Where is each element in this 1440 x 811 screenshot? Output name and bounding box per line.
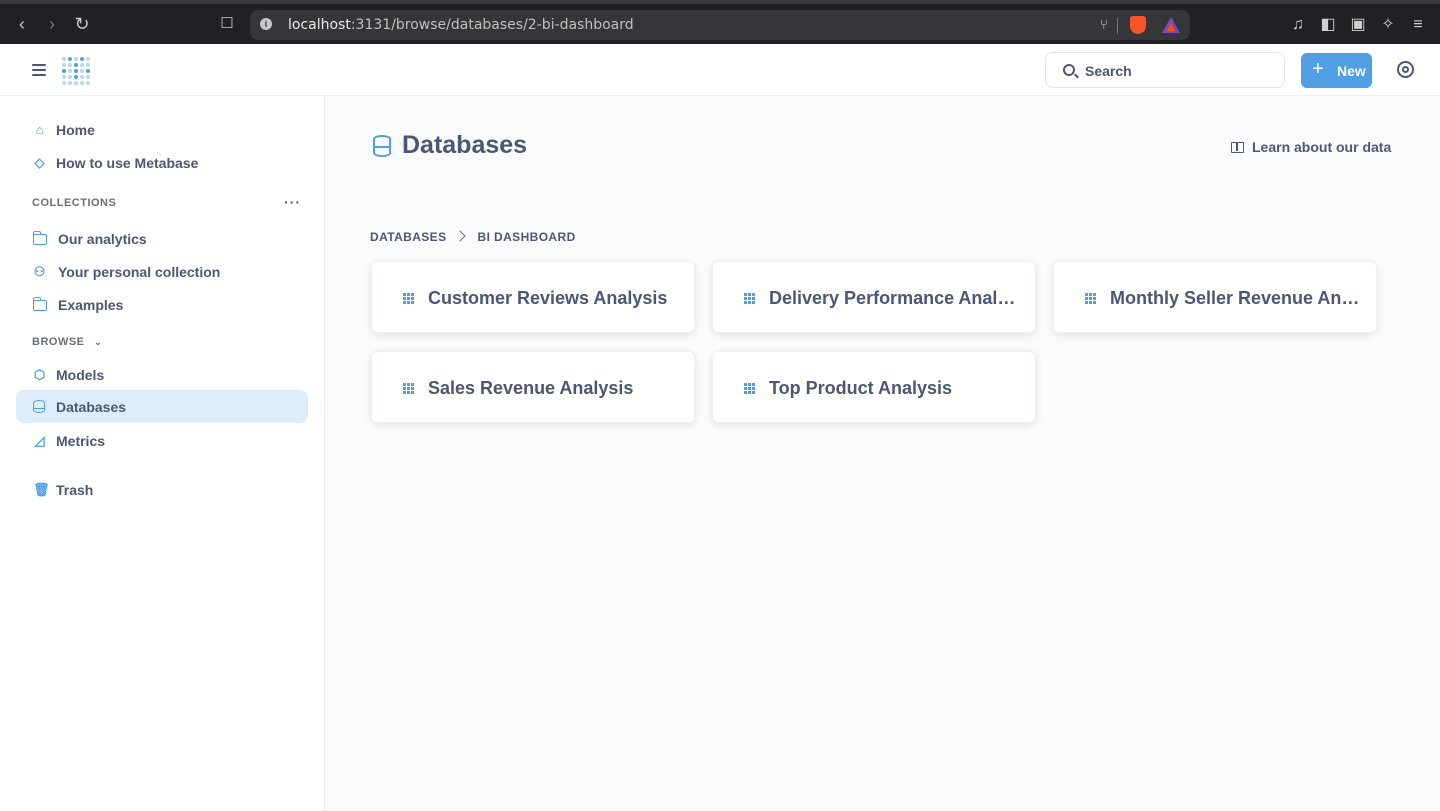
url-text[interactable]: localhost:3131/browse/databases/2-bi-das… bbox=[288, 17, 634, 33]
collections-more-icon[interactable]: ··· bbox=[284, 194, 301, 210]
table-card[interactable]: Monthly Seller Revenue An… bbox=[1053, 261, 1377, 333]
plus-icon: + bbox=[1312, 58, 1324, 80]
folder-icon bbox=[32, 231, 47, 245]
search-icon bbox=[1063, 64, 1075, 76]
media-icon[interactable]: ♫ bbox=[1287, 14, 1309, 36]
sidebar: ⌂ Home ◇ How to use Metabase COLLECTIONS… bbox=[0, 96, 325, 811]
reload-icon[interactable]: ↻ bbox=[70, 12, 94, 36]
forward-icon[interactable]: › bbox=[40, 12, 64, 36]
menu-icon[interactable]: ≡ bbox=[1407, 14, 1429, 36]
sidebar-item-metrics[interactable]: ◿ Metrics bbox=[16, 424, 308, 457]
table-card-name: Sales Revenue Analysis bbox=[428, 378, 634, 398]
book-icon bbox=[1231, 142, 1244, 153]
sidebar-item-our-analytics[interactable]: Our analytics bbox=[16, 222, 308, 255]
sidebar-item-personal-collection[interactable]: ⚇ Your personal collection bbox=[16, 255, 308, 288]
table-card[interactable]: Top Product Analysis bbox=[712, 351, 1036, 423]
address-bar[interactable]: i localhost:3131/browse/databases/2-bi-d… bbox=[250, 10, 1190, 40]
sidebar-item-label: Metrics bbox=[56, 433, 106, 449]
leo-ai-icon[interactable]: ✧ bbox=[1377, 14, 1399, 36]
browse-heading[interactable]: BROWSE ⌄ bbox=[32, 336, 102, 348]
table-card-name: Monthly Seller Revenue An… bbox=[1110, 288, 1360, 308]
table-grid-icon bbox=[1085, 293, 1096, 304]
sidebar-toggle-icon[interactable]: ◧ bbox=[1317, 14, 1339, 36]
sidebar-item-home[interactable]: ⌂ Home bbox=[16, 113, 308, 146]
bookmark-icon[interactable]: ☐ bbox=[215, 12, 239, 36]
breadcrumb: DATABASES BI DASHBOARD bbox=[370, 230, 576, 244]
metric-icon: ◿ bbox=[34, 433, 45, 448]
table-grid-icon bbox=[403, 293, 414, 304]
table-card[interactable]: Delivery Performance Anal… bbox=[712, 261, 1036, 333]
person-icon: ⚇ bbox=[33, 264, 46, 279]
search-input[interactable]: Search bbox=[1045, 52, 1285, 88]
sidebar-item-databases[interactable]: Databases bbox=[16, 390, 308, 423]
table-card[interactable]: Customer Reviews Analysis bbox=[371, 261, 695, 333]
sidebar-item-how-to-use[interactable]: ◇ How to use Metabase bbox=[16, 146, 308, 179]
collections-heading: COLLECTIONS bbox=[32, 197, 117, 209]
sidebar-item-label: Our analytics bbox=[58, 231, 147, 247]
table-card-name: Customer Reviews Analysis bbox=[428, 288, 668, 308]
app-header: Search + New bbox=[0, 44, 1440, 96]
browser-toolbar: ‹ › ↻ ☐ i localhost:3131/browse/database… bbox=[0, 0, 1440, 44]
browse-heading-label: BROWSE bbox=[32, 336, 85, 348]
share-icon[interactable]: ⑂ bbox=[1100, 16, 1108, 32]
home-icon: ⌂ bbox=[35, 122, 44, 137]
sidebar-item-models[interactable]: ⬡ Models bbox=[16, 358, 308, 391]
page-title: Databases bbox=[402, 131, 528, 159]
sidebar-item-label: Databases bbox=[56, 399, 127, 415]
database-icon bbox=[32, 400, 46, 413]
graduation-cap-icon: ◇ bbox=[34, 155, 45, 170]
table-grid-icon bbox=[744, 293, 755, 304]
sidebar-toggle-button[interactable] bbox=[32, 64, 46, 76]
sidebar-item-label: Models bbox=[56, 367, 105, 383]
table-card-name: Delivery Performance Anal… bbox=[769, 288, 1016, 308]
back-icon[interactable]: ‹ bbox=[10, 12, 34, 36]
table-grid-icon bbox=[744, 383, 755, 394]
new-button-label: New bbox=[1337, 63, 1366, 79]
settings-gear-icon[interactable] bbox=[1397, 61, 1414, 78]
cube-icon: ⬡ bbox=[33, 367, 46, 382]
table-grid-icon bbox=[403, 383, 414, 394]
sidebar-item-label: Home bbox=[56, 122, 95, 138]
new-button[interactable]: + New bbox=[1301, 53, 1372, 88]
sidebar-item-label: How to use Metabase bbox=[56, 155, 199, 171]
trash-icon: 🗑 bbox=[33, 482, 50, 497]
learn-link-label: Learn about our data bbox=[1252, 139, 1392, 155]
search-label: Search bbox=[1085, 63, 1132, 79]
metabase-logo[interactable] bbox=[62, 57, 90, 85]
site-info-icon[interactable]: i bbox=[260, 18, 272, 30]
table-card-name: Top Product Analysis bbox=[769, 378, 953, 398]
sidebar-item-label: Your personal collection bbox=[58, 264, 221, 280]
table-card[interactable]: Sales Revenue Analysis bbox=[371, 351, 695, 423]
divider bbox=[1117, 18, 1118, 34]
sidebar-item-trash[interactable]: 🗑 Trash bbox=[16, 473, 308, 506]
wallet-icon[interactable]: ▣ bbox=[1347, 14, 1369, 36]
learn-about-data-link[interactable]: Learn about our data bbox=[1231, 139, 1391, 155]
sidebar-item-label: Trash bbox=[56, 482, 94, 498]
brave-shield-icon[interactable] bbox=[1130, 16, 1146, 34]
chevron-down-icon: ⌄ bbox=[94, 337, 103, 347]
chevron-right-icon bbox=[453, 230, 466, 242]
database-icon bbox=[372, 135, 391, 157]
sidebar-item-examples[interactable]: Examples bbox=[16, 288, 308, 321]
folder-icon bbox=[32, 297, 47, 311]
breadcrumb-current: BI DASHBOARD bbox=[477, 230, 576, 244]
sidebar-item-label: Examples bbox=[58, 297, 124, 313]
breadcrumb-databases[interactable]: DATABASES bbox=[370, 230, 447, 244]
brave-rewards-icon[interactable] bbox=[1162, 17, 1180, 33]
